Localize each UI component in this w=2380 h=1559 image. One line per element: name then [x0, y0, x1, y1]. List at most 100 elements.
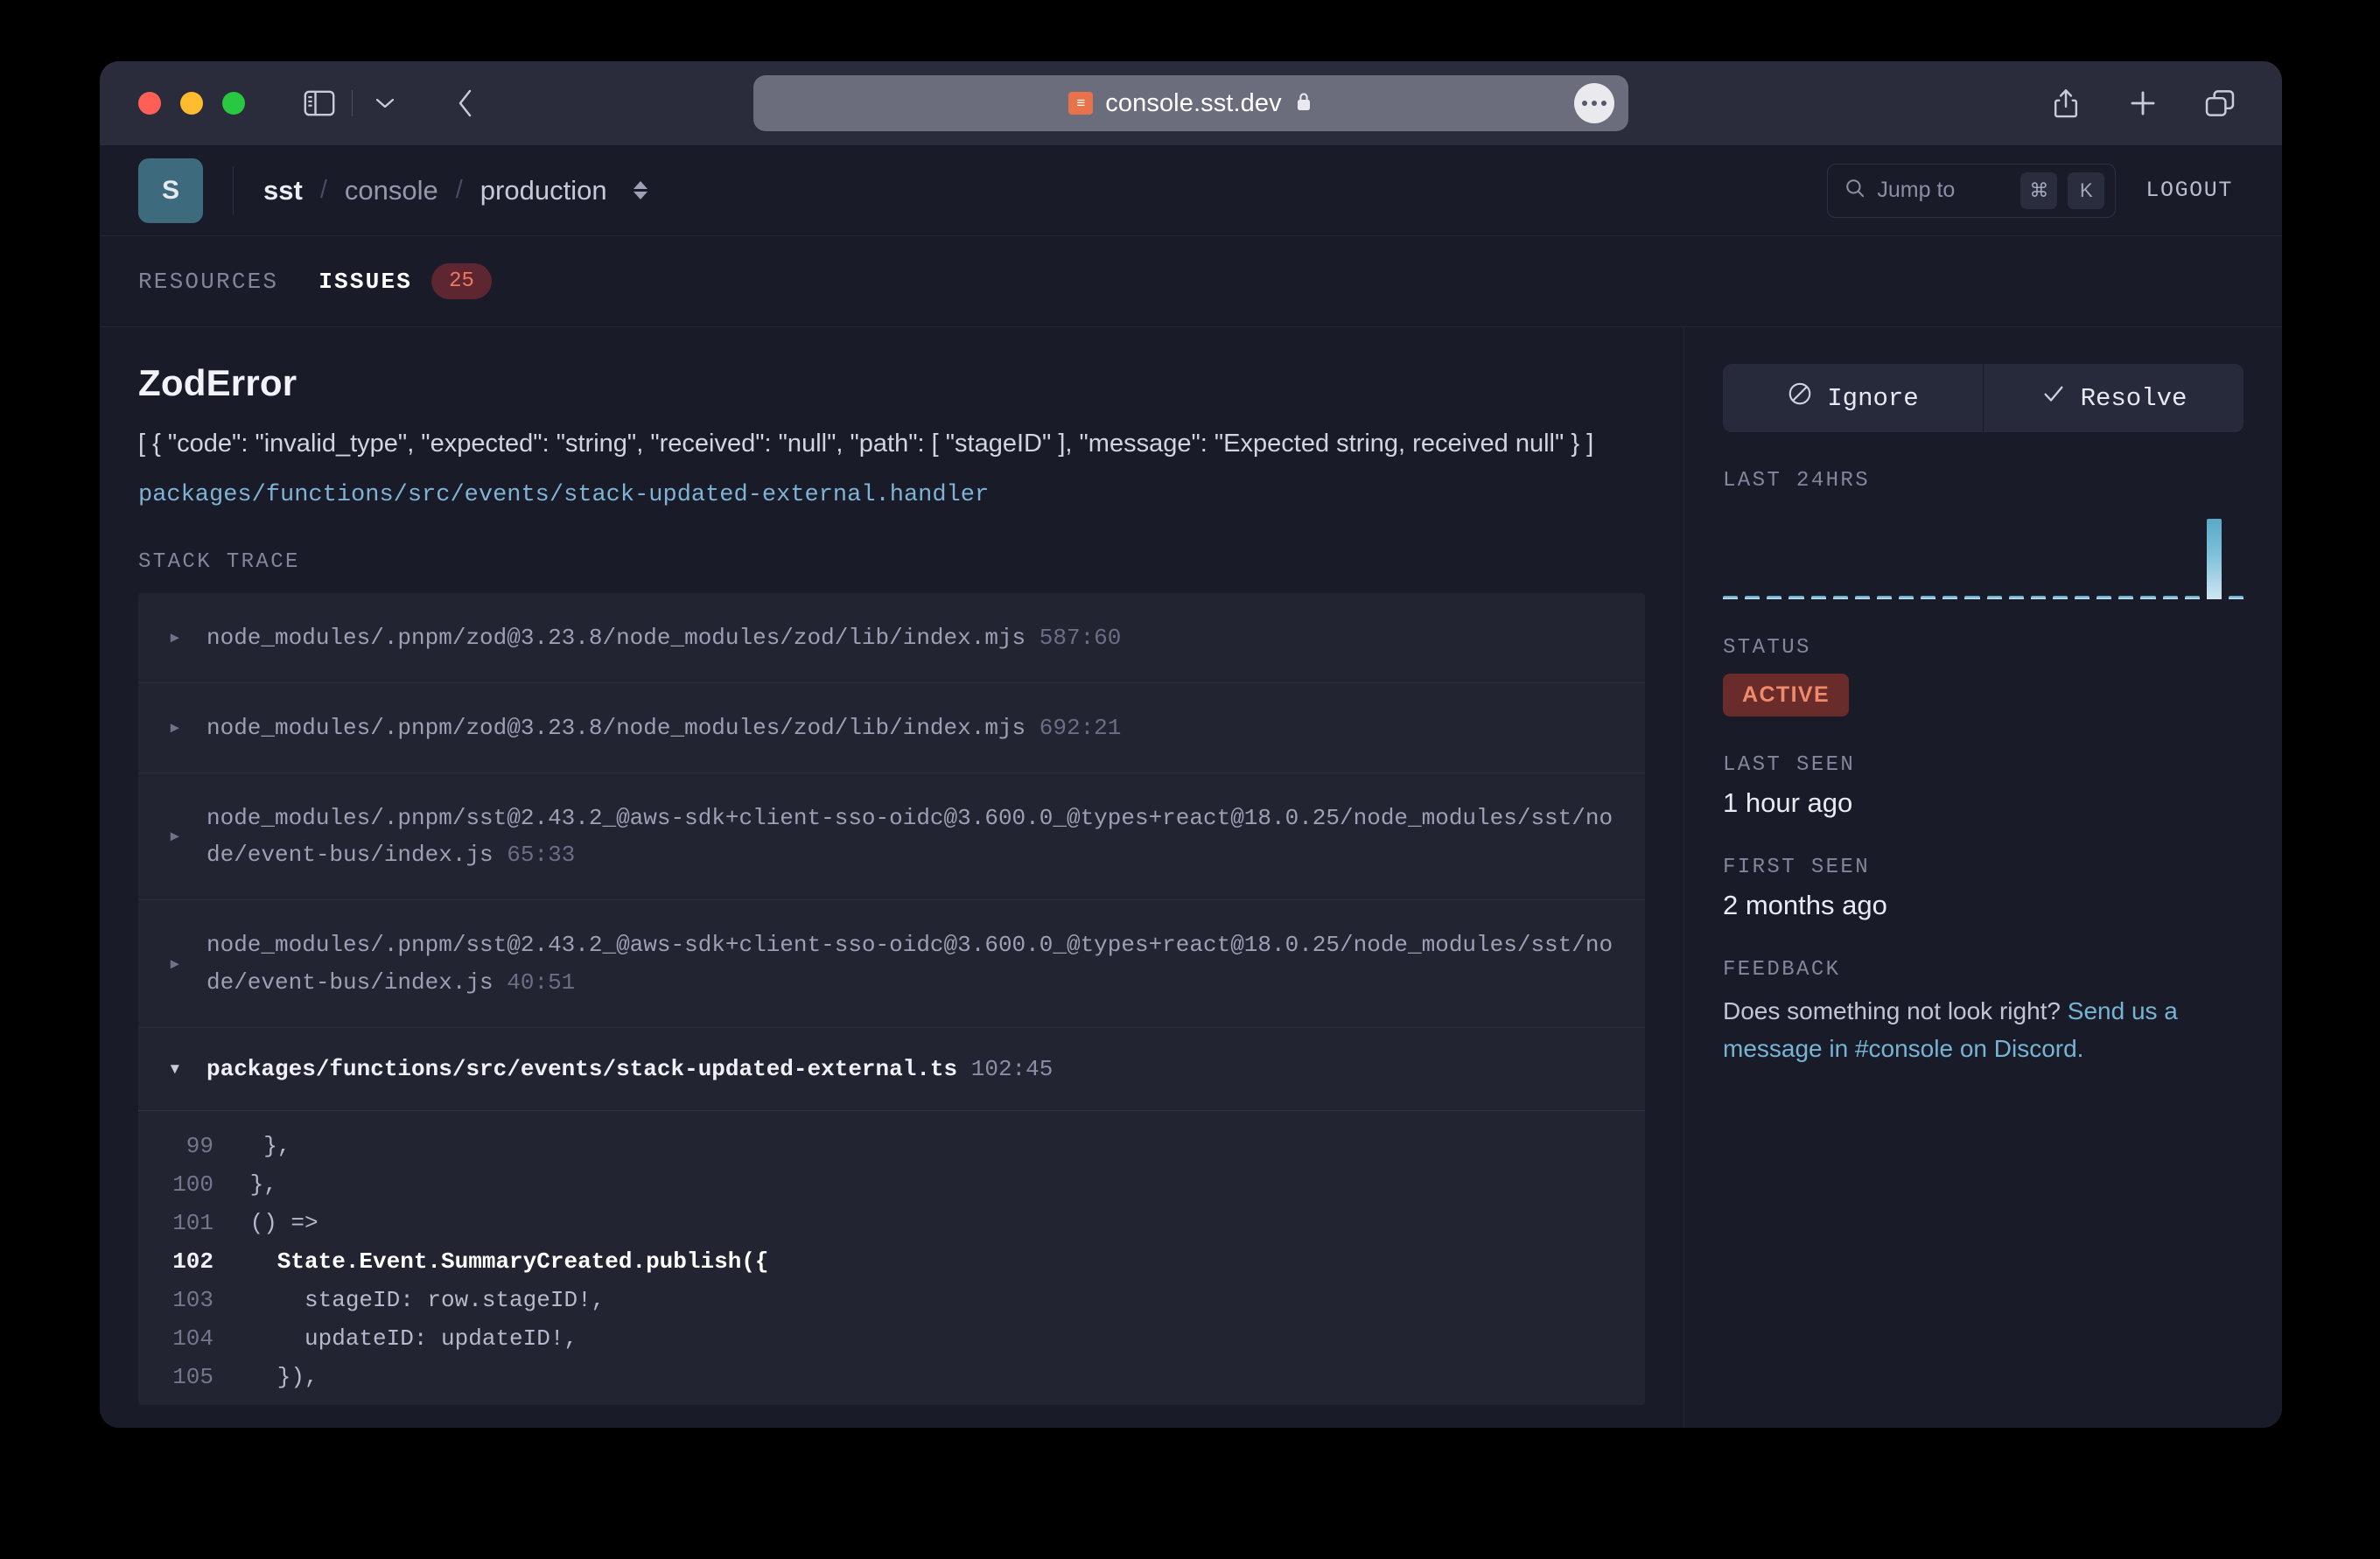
check-icon: [2040, 381, 2067, 416]
chart-bar: [1745, 596, 1760, 599]
last-seen-value: 1 hour ago: [1723, 787, 2244, 819]
stack-frame[interactable]: ▸ node_modules/.pnpm/sst@2.43.2_@aws-sdk…: [138, 900, 1645, 1027]
feedback-label: FEEDBACK: [1723, 958, 2244, 982]
last-24hrs-section: LAST 24HRS: [1723, 469, 2244, 599]
chart-bar: [1855, 596, 1870, 599]
error-message: [ { "code": "invalid_type", "expected": …: [138, 423, 1645, 465]
sst-favicon-icon: ≡: [1068, 92, 1093, 115]
code-line-number: 99: [138, 1134, 236, 1158]
stack-frame-path-text: node_modules/.pnpm/sst@2.43.2_@aws-sdk+c…: [206, 932, 1613, 995]
breadcrumb-stage[interactable]: production: [480, 175, 607, 206]
first-seen-label: FIRST SEEN: [1723, 856, 2244, 879]
chart-bar: [2118, 596, 2133, 599]
feedback-question: Does something not look right?: [1723, 997, 2068, 1024]
ignore-label: Ignore: [1827, 384, 1918, 413]
search-input[interactable]: Jump to ⌘ K: [1827, 164, 2116, 218]
avatar-initial: S: [162, 176, 179, 206]
stack-frame-path: node_modules/.pnpm/zod@3.23.8/node_modul…: [206, 619, 1121, 656]
logout-button[interactable]: LOGOUT: [2146, 178, 2233, 203]
stack-frame-path-text: node_modules/.pnpm/zod@3.23.8/node_modul…: [206, 715, 1026, 741]
chart-bar: [1723, 596, 1738, 599]
plus-icon[interactable]: [2119, 80, 2166, 127]
resolve-label: Resolve: [2081, 384, 2188, 413]
tab-resources[interactable]: RESOURCES: [138, 269, 278, 295]
last-seen-section: LAST SEEN 1 hour ago: [1723, 753, 2244, 819]
tab-overview-icon[interactable]: [2196, 80, 2244, 127]
browser-window: ≡ console.sst.dev S: [100, 61, 2282, 1428]
chevron-right-icon[interactable]: ▸: [168, 825, 184, 848]
chart-bar: [1964, 596, 1979, 599]
browser-titlebar: ≡ console.sst.dev: [100, 61, 2282, 145]
ignore-button[interactable]: Ignore: [1723, 364, 1984, 432]
shortcut-key-mod: ⌘: [2020, 172, 2057, 209]
code-line-number: 102: [138, 1249, 236, 1274]
stack-frame-path: node_modules/.pnpm/sst@2.43.2_@aws-sdk+c…: [206, 800, 1619, 873]
chart-bar: [2075, 596, 2090, 599]
content-split: ZodError [ { "code": "invalid_type", "ex…: [100, 327, 2282, 1428]
chart-bar: [2229, 596, 2244, 599]
chart-bar: [1788, 596, 1803, 599]
stack-frame[interactable]: ▸ node_modules/.pnpm/sst@2.43.2_@aws-sdk…: [138, 773, 1645, 900]
breadcrumb-separator: /: [320, 176, 327, 205]
chart-bar: [1942, 596, 1957, 599]
code-line-number: 101: [138, 1211, 236, 1235]
code-line-text: },: [236, 1134, 290, 1158]
share-icon[interactable]: [2042, 80, 2090, 127]
address-bar[interactable]: ≡ console.sst.dev: [753, 75, 1628, 131]
handler-link[interactable]: packages/functions/src/events/stack-upda…: [138, 482, 1645, 508]
maximize-window-button[interactable]: [222, 92, 245, 115]
chart-bar: [1811, 596, 1826, 599]
stack-frame-location: 65:33: [507, 842, 575, 868]
back-chevron-icon[interactable]: [442, 80, 489, 127]
stack-trace-label: STACK TRACE: [138, 550, 1645, 574]
code-line: 100 },: [138, 1165, 1645, 1204]
resolve-button[interactable]: Resolve: [1984, 364, 2244, 432]
toolbar-divider: [352, 90, 353, 116]
breadcrumb-separator: /: [456, 176, 463, 205]
stack-frame-path-text: packages/functions/src/events/stack-upda…: [206, 1056, 957, 1082]
last-24hrs-chart: [1723, 519, 2244, 599]
status-label: STATUS: [1723, 636, 2244, 660]
chevron-down-icon[interactable]: ▾: [168, 1058, 184, 1080]
chevron-right-icon[interactable]: ▸: [168, 626, 184, 649]
minimize-window-button[interactable]: [180, 92, 203, 115]
chart-bar: [1767, 596, 1782, 599]
issue-detail-panel: ZodError [ { "code": "invalid_type", "ex…: [100, 327, 1684, 1428]
stack-trace-list: ▸ node_modules/.pnpm/zod@3.23.8/node_mod…: [138, 593, 1645, 1405]
chart-bar: [1833, 596, 1848, 599]
code-line-number: 103: [138, 1288, 236, 1312]
code-line: 99 },: [138, 1127, 1645, 1165]
code-line-text: }),: [236, 1365, 318, 1389]
stack-frame-path-text: node_modules/.pnpm/zod@3.23.8/node_modul…: [206, 625, 1026, 651]
stack-frame-expanded[interactable]: ▾ packages/functions/src/events/stack-up…: [138, 1028, 1645, 1111]
stack-frame[interactable]: ▸ node_modules/.pnpm/zod@3.23.8/node_mod…: [138, 593, 1645, 683]
chevron-right-icon[interactable]: ▸: [168, 953, 184, 975]
code-line: 101 () =>: [138, 1204, 1645, 1242]
chart-bar: [2053, 596, 2068, 599]
chevron-down-icon[interactable]: [361, 80, 409, 127]
sidebar-toggle-icon[interactable]: [296, 80, 343, 127]
ellipsis-icon[interactable]: [1574, 83, 1614, 123]
chevron-up-down-icon[interactable]: [634, 181, 648, 199]
stack-frame-location: 692:21: [1040, 715, 1122, 741]
close-window-button[interactable]: [138, 92, 161, 115]
chevron-right-icon[interactable]: ▸: [168, 717, 184, 739]
code-line-number: 100: [138, 1172, 236, 1197]
tab-issues[interactable]: ISSUES 25: [318, 263, 492, 299]
chart-bar: [2031, 596, 2046, 599]
avatar[interactable]: S: [138, 158, 203, 223]
stack-frame-location: 40:51: [507, 969, 575, 996]
chart-bar: [2185, 596, 2200, 599]
code-line-number: 105: [138, 1365, 236, 1389]
search-icon: [1844, 177, 1866, 204]
status-badge: ACTIVE: [1723, 674, 1849, 717]
stack-frame-location: 102:45: [971, 1056, 1054, 1082]
stack-frame[interactable]: ▸ node_modules/.pnpm/zod@3.23.8/node_mod…: [138, 683, 1645, 773]
code-line-text: updateID: updateID!,: [236, 1326, 578, 1351]
code-line-highlighted: 102 State.Event.SummaryCreated.publish({: [138, 1242, 1645, 1281]
code-line: 105 }),: [138, 1358, 1645, 1396]
last-seen-label: LAST SEEN: [1723, 753, 2244, 777]
breadcrumb-app[interactable]: sst: [263, 175, 303, 206]
breadcrumb-stage-group[interactable]: console: [345, 175, 438, 206]
first-seen-section: FIRST SEEN 2 months ago: [1723, 856, 2244, 921]
